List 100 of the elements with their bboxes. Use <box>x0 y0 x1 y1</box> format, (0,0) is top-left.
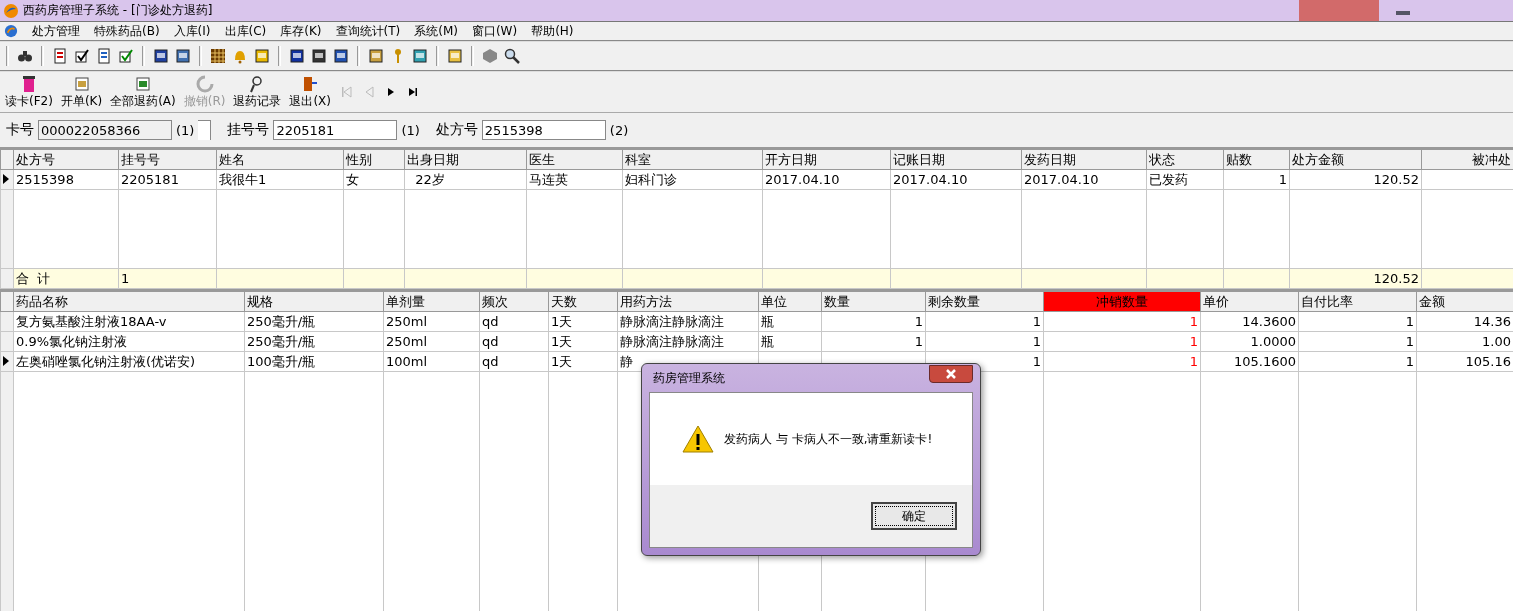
toolbar-button[interactable]: 开单(K) <box>59 74 104 110</box>
table-cell: 2017.04.10 <box>1024 172 1099 187</box>
table-cell: 100ml <box>386 354 428 369</box>
column-header[interactable]: 贴数 <box>1223 149 1290 170</box>
field-label: 挂号号 <box>227 121 270 139</box>
input-field[interactable]: 2515398 <box>481 120 606 140</box>
toolbar-button[interactable]: 退出(X) <box>288 74 332 110</box>
menu-item[interactable]: 特殊药品(B) <box>94 22 160 40</box>
column-header[interactable]: 被冲处 <box>1421 149 1513 170</box>
table-cell: 瓶 <box>761 313 774 329</box>
table-cell: 1天 <box>551 313 573 329</box>
table-cell: 静脉滴注静脉滴注 <box>620 313 724 329</box>
checkbox-icon[interactable] <box>74 48 90 64</box>
window-title: 西药房管理子系统 - [门诊处方退药] <box>23 2 213 19</box>
logo-icon <box>3 2 19 19</box>
dialog-title: 药房管理系统 <box>653 369 725 387</box>
binoculars-icon[interactable] <box>17 48 33 64</box>
table-cell: 1.00 <box>1482 334 1511 349</box>
shortcut-label: (1) <box>401 122 420 138</box>
column-header[interactable]: 出身日期 <box>404 149 527 170</box>
table-cell: 女 <box>346 171 359 187</box>
table-cell: 1 <box>1032 354 1041 369</box>
column-header[interactable]: 单位 <box>758 291 822 312</box>
menu-item[interactable]: 入库(I) <box>173 22 211 40</box>
window-icon[interactable] <box>175 48 191 64</box>
table-cell: 2515398 <box>16 172 74 187</box>
column-header[interactable]: 状态 <box>1146 149 1224 170</box>
table-cell: 1.0000 <box>1250 334 1296 349</box>
column-header[interactable]: 用药方法 <box>617 291 759 312</box>
ok-button[interactable]: 确定 <box>871 502 957 530</box>
search-icon[interactable] <box>504 48 520 64</box>
table-cell: 1 <box>914 314 923 329</box>
column-header[interactable]: 规格 <box>244 291 384 312</box>
table-cell: 250ml <box>386 314 428 329</box>
table-cell: 复方氨基酸注射液18AA-v <box>16 313 167 329</box>
column-header[interactable]: 处方号 <box>13 149 119 170</box>
table-cell-text: 22岁 <box>414 171 445 187</box>
table-cell: 左奥硝唑氯化钠注射液(优诺安) <box>16 353 196 369</box>
column-header[interactable]: 开方日期 <box>762 149 891 170</box>
toolbar-button[interactable]: 全部退药(A) <box>109 74 177 110</box>
column-header[interactable]: 药品名称 <box>13 291 245 312</box>
menu-item[interactable]: 处方管理 <box>32 22 80 40</box>
column-header[interactable]: 记账日期 <box>890 149 1022 170</box>
field-label: 处方号 <box>435 121 478 139</box>
table-cell: 2205181 <box>121 172 179 187</box>
column-header[interactable]: 频次 <box>479 291 549 312</box>
table-cell: 1 <box>1278 172 1287 187</box>
table-cell: 马连英 <box>529 171 568 187</box>
table-cell: 14.36 <box>1473 314 1511 329</box>
total-cell: 合 计 <box>16 270 51 286</box>
column-header[interactable]: 挂号号 <box>118 149 217 170</box>
column-header[interactable]: 医生 <box>526 149 623 170</box>
table-cell: 250毫升/瓶 <box>247 313 316 329</box>
checklist-icon[interactable] <box>118 48 134 64</box>
box-icon[interactable] <box>412 48 428 64</box>
menu-item[interactable]: 窗口(W) <box>471 22 518 40</box>
column-header[interactable]: 冲销数量 <box>1043 291 1201 312</box>
menu-item[interactable]: 出库(C) <box>224 22 267 40</box>
column-header[interactable]: 自付比率 <box>1298 291 1417 312</box>
menu-item[interactable]: 帮助(H) <box>531 22 574 40</box>
dialog-message: 发药病人 与 卡病人不一致,请重新读卡! <box>724 430 933 448</box>
grid-icon[interactable] <box>210 48 226 64</box>
close-icon <box>945 369 957 379</box>
close-button[interactable] <box>929 365 973 383</box>
table-cell: qd <box>482 314 499 329</box>
clipboard-icon[interactable] <box>96 48 112 64</box>
input-field[interactable]: 000022058366 <box>38 120 172 140</box>
column-header[interactable]: 单价 <box>1200 291 1299 312</box>
table-cell: 已发药 <box>1149 171 1188 187</box>
column-header[interactable]: 天数 <box>548 291 618 312</box>
table-cell: 1天 <box>551 353 573 369</box>
hexagon-icon[interactable] <box>482 48 498 64</box>
warning-icon <box>682 425 714 453</box>
column-header[interactable]: 发药日期 <box>1021 149 1147 170</box>
menu-item[interactable]: 库存(K) <box>280 22 322 40</box>
table-cell: 105.16 <box>1465 354 1511 369</box>
column-header[interactable]: 数量 <box>821 291 926 312</box>
column-header[interactable]: 姓名 <box>216 149 344 170</box>
column-header[interactable]: 剩余数量 <box>925 291 1044 312</box>
table-cell: qd <box>482 334 499 349</box>
last-record-icon[interactable] <box>406 86 420 98</box>
column-header[interactable]: 单剂量 <box>383 291 480 312</box>
table-cell: 1 <box>1189 334 1198 349</box>
table-cell: 105.1600 <box>1233 354 1296 369</box>
app-menu-icon[interactable] <box>4 24 18 38</box>
menu-item[interactable]: 系统(M) <box>414 22 458 40</box>
column-header[interactable]: 金额 <box>1416 291 1513 312</box>
input-field[interactable]: 2205181 <box>273 120 398 140</box>
column-header[interactable]: 处方金额 <box>1289 149 1422 170</box>
table-cell: 1 <box>914 334 923 349</box>
table-cell: 0.9%氯化钠注射液 <box>16 333 128 349</box>
toolbar-button[interactable]: 退药记录 <box>232 74 283 110</box>
input-field[interactable] <box>198 120 212 140</box>
table-cell: 14.3600 <box>1242 314 1296 329</box>
total-cell: 1 <box>121 271 130 286</box>
toolbar-button[interactable]: 读卡(F2) <box>4 74 54 110</box>
menu-item[interactable]: 查询统计(T) <box>335 22 401 40</box>
column-header[interactable]: 科室 <box>622 149 763 170</box>
table-cell: 1 <box>1189 354 1198 369</box>
column-header[interactable]: 性别 <box>343 149 405 170</box>
